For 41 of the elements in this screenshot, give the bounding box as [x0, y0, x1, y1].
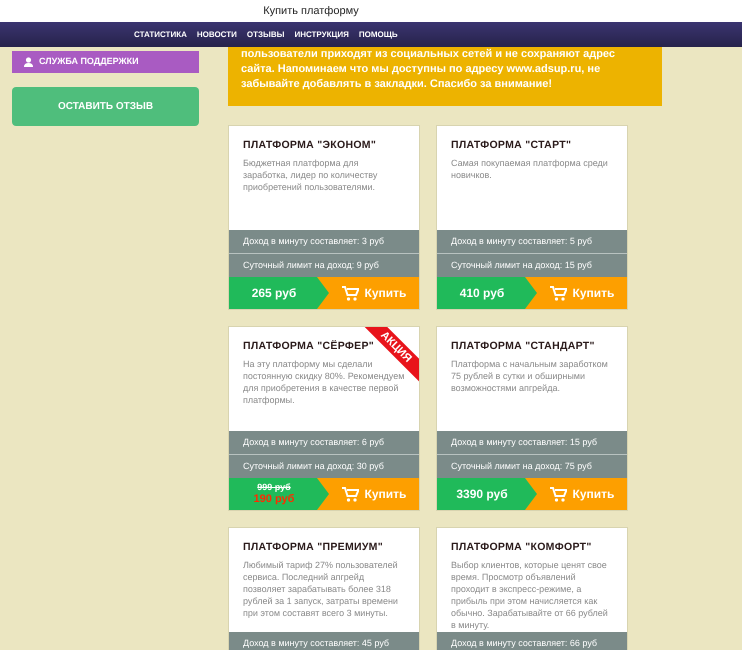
income-row: Доход в минуту составляет: 6 руб — [229, 431, 419, 455]
card-description: Выбор клиентов, которые ценят свое время. Просмотр объявлений проходит в экспресс-режиме, а прибыль при этом начисляется как обычно. Зарабатывайте от 66 рублей в минуту. — [451, 558, 609, 631]
nav-link[interactable]: НОВОСТИ — [196, 28, 237, 40]
nav-link[interactable]: СТАТИСТИКА — [134, 28, 187, 40]
cart-icon — [550, 486, 567, 502]
card-description: Бюджетная платформа для заработка, лидер по количеству приобретений пользователями. — [243, 156, 378, 193]
card-title: ПЛАТФОРМА "КОМФОРТ" — [451, 540, 593, 555]
support-label: СЛУЖБА ПОДДЕРЖКИ — [39, 55, 139, 68]
card-description: На эту платформу мы сделали постоянную скидку 80%. Рекомендуем для приобретения в качестве первой платформы. — [243, 358, 404, 406]
card-title: ПЛАТФОРМА "ПРЕМИУМ" — [243, 540, 384, 555]
price: 410 руб — [460, 285, 504, 302]
cart-icon — [342, 486, 359, 502]
cart-icon — [550, 286, 567, 300]
old-price: 999 руб — [257, 482, 291, 493]
card-title: ПЛАТФОРМА "СТАНДАРТ" — [451, 339, 596, 354]
nav-link[interactable]: ПОМОЩЬ — [358, 28, 398, 40]
person-icon — [24, 57, 33, 67]
limit-row: Суточный лимит на доход: 75 руб — [437, 455, 627, 478]
income-row: Доход в минуту составляет: 5 руб — [437, 230, 627, 254]
card-description: Платформа с начальным заработком 75 рублей в сутки и обширными возможностями апгрейда. — [451, 358, 609, 394]
income-row: Доход в минуту составляет: 15 руб — [437, 431, 627, 455]
card-title: ПЛАТФОРМА "ЭКОНОМ" — [243, 138, 378, 153]
card-title: ПЛАТФОРМА "СТАРТ" — [451, 138, 572, 153]
income-row: Доход в минуту составляет: 3 руб — [229, 230, 419, 254]
sale-price: 190 руб — [254, 493, 294, 506]
card-description: Любимый тариф 27% пользователей сервиса. Последний апгрейд позволяет зарабатывать более 318 рублей за 1 запуск, затраты времени при этом составят всего 3 минуты. — [243, 558, 399, 619]
income-row: Доход в минуту составляет: 66 руб — [437, 632, 627, 650]
nav-link[interactable]: ОТЗЫВЫ — [246, 28, 284, 40]
price: 3390 руб — [456, 486, 508, 503]
limit-row: Суточный лимит на доход: 30 руб — [229, 455, 419, 478]
notice-banner: пользователи приходят из социальных сетей и не сохраняют адрес сайта. Напоминаем что мы доступны по адресу www.adsup.ru, не забывайте добавлять в закладки. Спасибо за внимание! — [228, 47, 662, 106]
price: 265 руб — [252, 285, 296, 302]
income-row: Доход в минуту составляет: 45 руб — [229, 632, 419, 650]
window-title: Купить платформу — [263, 4, 359, 19]
support-button[interactable]: СЛУЖБА ПОДДЕРЖКИ — [12, 51, 199, 73]
review-button[interactable]: ОСТАВИТЬ ОТЗЫВ — [12, 87, 199, 126]
cart-icon — [342, 286, 359, 300]
nav-link[interactable]: ИНСТРУКЦИЯ — [294, 28, 349, 40]
card-description: Самая покупаемая платформа среди новичков. — [451, 156, 609, 181]
limit-row: Суточный лимит на доход: 15 руб — [437, 254, 627, 277]
limit-row: Суточный лимит на доход: 9 руб — [229, 254, 419, 277]
